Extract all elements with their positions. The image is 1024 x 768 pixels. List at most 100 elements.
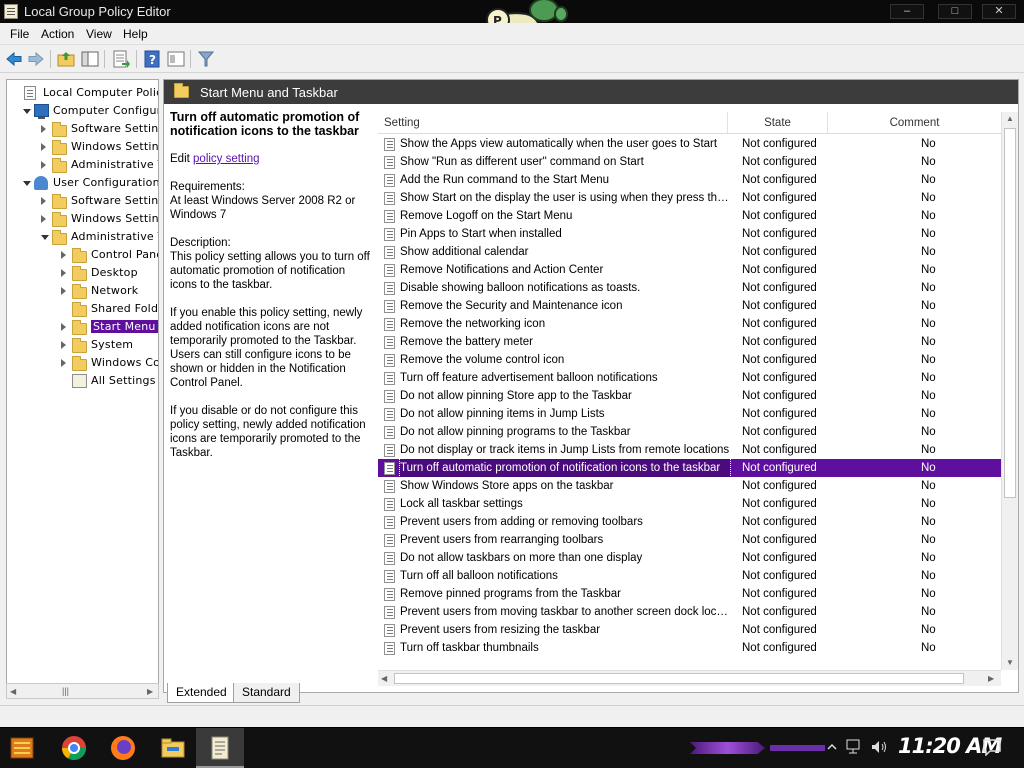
tree-item[interactable]: Software Setting — [7, 120, 158, 138]
menu-view[interactable]: View — [86, 27, 112, 41]
tree-item[interactable]: Administrative Te — [7, 156, 158, 174]
menu-file[interactable]: File — [10, 27, 29, 41]
setting-row[interactable]: Do not display or track items in Jump Li… — [378, 441, 1001, 459]
setting-row[interactable]: Lock all taskbar settings Not configured N… — [378, 495, 1001, 513]
setting-row[interactable]: Do not allow taskbars on more than one d… — [378, 549, 1001, 567]
tree-item[interactable]: Local Computer Policy — [7, 84, 158, 102]
collapsed-arrow-icon[interactable] — [61, 287, 66, 295]
chrome-icon[interactable] — [60, 734, 88, 762]
collapsed-arrow-icon[interactable] — [61, 341, 66, 349]
scroll-down-icon[interactable]: ▼ — [1006, 658, 1014, 667]
setting-row[interactable]: Prevent users from adding or removing to… — [378, 513, 1001, 531]
collapsed-arrow-icon[interactable] — [41, 143, 46, 151]
notification-icon[interactable] — [982, 738, 1002, 756]
expanded-arrow-icon[interactable] — [41, 235, 49, 240]
setting-row[interactable]: Do not allow pinning Store app to the Ta… — [378, 387, 1001, 405]
tree-item[interactable]: Network — [7, 282, 158, 300]
setting-row[interactable]: Prevent users from rearranging toolbars N… — [378, 531, 1001, 549]
filter-icon[interactable] — [196, 49, 216, 69]
setting-row[interactable]: Prevent users from moving taskbar to ano… — [378, 603, 1001, 621]
scroll-left-icon[interactable]: ◀ — [10, 687, 16, 696]
tree-item[interactable]: Windows Com — [7, 354, 158, 372]
setting-row[interactable]: Pin Apps to Start when installed Not conf… — [378, 225, 1001, 243]
help-icon[interactable]: ? — [142, 49, 162, 69]
column-state[interactable]: State — [728, 112, 828, 134]
scroll-grip-icon[interactable]: ||| — [62, 686, 69, 696]
collapsed-arrow-icon[interactable] — [41, 197, 46, 205]
properties-icon[interactable] — [166, 49, 186, 69]
network-icon[interactable] — [846, 739, 864, 755]
minimize-button[interactable]: – — [890, 4, 924, 19]
tree-item[interactable]: Computer Configurati — [7, 102, 158, 120]
scroll-right-icon[interactable]: ▶ — [147, 687, 153, 696]
collapsed-arrow-icon[interactable] — [41, 125, 46, 133]
setting-row[interactable]: Turn off feature advertisement balloon n… — [378, 369, 1001, 387]
collapsed-arrow-icon[interactable] — [61, 269, 66, 277]
tree-item[interactable]: Windows Setting: — [7, 138, 158, 156]
up-folder-icon[interactable] — [56, 49, 76, 69]
collapsed-arrow-icon[interactable] — [41, 215, 46, 223]
setting-row[interactable]: Show additional calendar Not configured No — [378, 243, 1001, 261]
scroll-left-icon[interactable]: ◀ — [381, 674, 387, 683]
setting-row[interactable]: Show the Apps view automatically when th… — [378, 135, 1001, 153]
expanded-arrow-icon[interactable] — [23, 109, 31, 114]
tree-item[interactable]: Software Setting — [7, 192, 158, 210]
setting-row[interactable]: Remove the battery meter Not configured No — [378, 333, 1001, 351]
menu-action[interactable]: Action — [41, 27, 74, 41]
collapsed-arrow-icon[interactable] — [61, 323, 66, 331]
setting-row[interactable]: Turn off taskbar thumbnails Not configure… — [378, 639, 1001, 657]
expanded-arrow-icon[interactable] — [23, 181, 31, 186]
tree-horizontal-scrollbar[interactable]: ◀ ||| ▶ — [6, 683, 159, 699]
back-arrow-icon[interactable] — [4, 49, 24, 69]
chevron-up-icon[interactable] — [826, 741, 838, 753]
scroll-up-icon[interactable]: ▲ — [1006, 114, 1014, 123]
collapsed-arrow-icon[interactable] — [41, 161, 46, 169]
setting-row[interactable]: Do not allow pinning items in Jump Lists… — [378, 405, 1001, 423]
vertical-scroll-thumb[interactable] — [1004, 128, 1016, 498]
export-list-icon[interactable] — [110, 49, 130, 69]
tree-item[interactable]: Control Panel — [7, 246, 158, 264]
file-explorer-icon[interactable] — [159, 734, 187, 762]
setting-row[interactable]: Turn off all balloon notifications Not co… — [378, 567, 1001, 585]
setting-row[interactable]: Do not allow pinning programs to the Tas… — [378, 423, 1001, 441]
list-vertical-scrollbar[interactable]: ▲ ▼ — [1001, 112, 1018, 670]
show-hide-tree-icon[interactable] — [80, 49, 100, 69]
tree-item[interactable]: All Settings — [7, 372, 158, 390]
tree-item[interactable]: System — [7, 336, 158, 354]
maximize-button[interactable]: □ — [938, 4, 972, 19]
tree-item[interactable]: Desktop — [7, 264, 158, 282]
scroll-right-icon[interactable]: ▶ — [988, 674, 994, 683]
setting-row[interactable]: Remove pinned programs from the Taskbar N… — [378, 585, 1001, 603]
setting-row[interactable]: Show Windows Store apps on the taskbar No… — [378, 477, 1001, 495]
menu-help[interactable]: Help — [123, 27, 148, 41]
tree-item[interactable]: Start Menu a — [7, 318, 158, 336]
setting-row[interactable]: Show Start on the display the user is us… — [378, 189, 1001, 207]
firefox-icon[interactable] — [109, 734, 137, 762]
setting-row[interactable]: Add the Run command to the Start Menu Not… — [378, 171, 1001, 189]
start-icon[interactable] — [8, 734, 36, 762]
tab-extended[interactable]: Extended — [167, 683, 236, 703]
setting-row[interactable]: Remove the volume control icon Not config… — [378, 351, 1001, 369]
setting-row[interactable]: Prevent users from resizing the taskbar N… — [378, 621, 1001, 639]
column-setting[interactable]: Setting — [378, 112, 728, 134]
collapsed-arrow-icon[interactable] — [61, 251, 66, 259]
setting-row[interactable]: Remove the networking icon Not configured… — [378, 315, 1001, 333]
tree-item[interactable]: User Configuration — [7, 174, 158, 192]
setting-row[interactable]: Turn off automatic promotion of notifica… — [378, 458, 1001, 478]
tree-item[interactable]: Administrative Te — [7, 228, 158, 246]
group-policy-icon[interactable] — [206, 734, 234, 762]
edit-policy-link[interactable]: policy setting — [193, 153, 259, 165]
setting-row[interactable]: Show "Run as different user" command on … — [378, 153, 1001, 171]
setting-row[interactable]: Remove Notifications and Action Center No… — [378, 261, 1001, 279]
tab-standard[interactable]: Standard — [233, 683, 300, 703]
tree-item[interactable]: Shared Folder — [7, 300, 158, 318]
column-comment[interactable]: Comment — [828, 112, 1001, 134]
setting-row[interactable]: Remove Logoff on the Start Menu Not confi… — [378, 207, 1001, 225]
volume-icon[interactable] — [870, 739, 888, 755]
setting-row[interactable]: Disable showing balloon notifications as… — [378, 279, 1001, 297]
tree-item[interactable]: Windows Setting: — [7, 210, 158, 228]
collapsed-arrow-icon[interactable] — [61, 359, 66, 367]
forward-arrow-icon[interactable] — [26, 49, 46, 69]
close-button[interactable]: ✕ — [982, 4, 1016, 19]
setting-row[interactable]: Remove the Security and Maintenance icon… — [378, 297, 1001, 315]
